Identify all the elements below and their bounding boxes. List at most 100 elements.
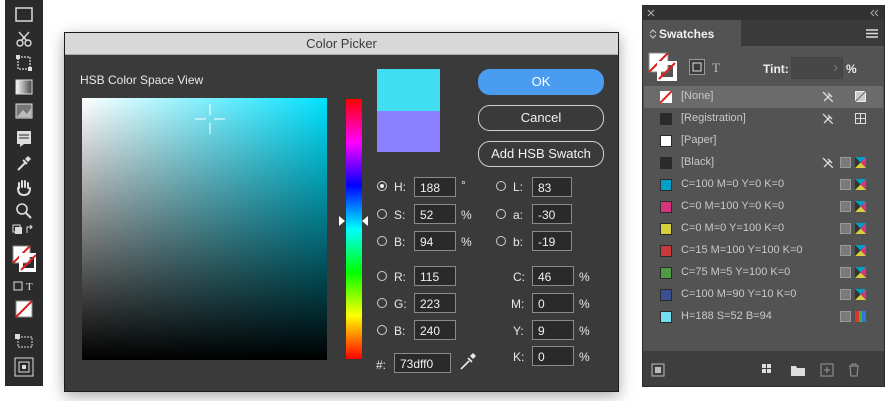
swatch-name: C=75 M=5 Y=100 K=0 — [681, 266, 791, 278]
hue-slider-handle-right[interactable] — [362, 216, 368, 226]
swatch-row[interactable]: C=100 M=90 Y=10 K=0 — [644, 284, 883, 306]
s-radio[interactable] — [377, 209, 387, 219]
r-input[interactable]: 115 — [414, 266, 456, 286]
b-unit: % — [461, 235, 472, 249]
previous-color-swatch[interactable] — [377, 111, 440, 152]
color-picker-dialog: Color Picker HSB Color Space View OK Can… — [64, 32, 619, 392]
rgb-b-input[interactable]: 240 — [414, 320, 456, 340]
g-label: G: — [394, 297, 407, 311]
swatch-row[interactable]: C=0 M=0 Y=100 K=0 — [644, 218, 883, 240]
cancel-button[interactable]: Cancel — [478, 105, 604, 131]
cmyk-icon — [855, 289, 866, 300]
h-input[interactable]: 188 — [414, 177, 456, 197]
cmyk-icon — [855, 201, 866, 212]
swatch-row[interactable]: C=75 M=5 Y=100 K=0 — [644, 262, 883, 284]
cmyk-icon — [855, 179, 866, 190]
process-color-icon — [840, 289, 851, 300]
b-input[interactable]: 94 — [414, 231, 456, 251]
rectangle-tool-icon[interactable] — [12, 4, 36, 26]
c-label: C: — [513, 270, 525, 284]
swatch-chip — [660, 113, 672, 125]
free-transform-icon[interactable] — [12, 52, 36, 74]
gradient-feather-icon[interactable] — [12, 100, 36, 122]
swatch-row[interactable]: C=15 M=100 Y=100 K=0 — [644, 240, 883, 262]
show-swatch-kinds-icon[interactable] — [651, 363, 665, 377]
swatch-row[interactable]: [None] — [644, 86, 883, 108]
note-icon[interactable] — [12, 128, 36, 150]
swatch-views-icon[interactable] — [761, 363, 777, 377]
g-radio[interactable] — [377, 298, 387, 308]
no-edit-icon — [822, 157, 833, 168]
new-swatch-icon[interactable] — [820, 363, 834, 377]
tint-input[interactable] — [791, 57, 843, 79]
text-formatting-icon[interactable]: T — [711, 60, 723, 74]
screen-mode-icon[interactable] — [12, 330, 36, 352]
swatch-row[interactable]: C=0 M=100 Y=0 K=0 — [644, 196, 883, 218]
scissors-icon[interactable] — [12, 28, 36, 50]
zoom-icon[interactable] — [12, 200, 36, 222]
c-input[interactable]: 46 — [532, 266, 574, 286]
trash-icon[interactable] — [847, 363, 861, 377]
rgb-b-radio[interactable] — [377, 325, 387, 335]
add-hsb-swatch-button[interactable]: Add HSB Swatch — [478, 141, 604, 167]
b-radio[interactable] — [377, 236, 387, 246]
fill-stroke-icon[interactable] — [648, 52, 678, 82]
swatch-chip — [660, 157, 672, 169]
cmyk-icon — [855, 223, 866, 234]
s-input[interactable]: 52 — [414, 204, 456, 224]
crosshair-icon[interactable] — [195, 104, 225, 134]
a-radio[interactable] — [496, 209, 506, 219]
swatches-panel: Swatches T Tint: % [None] [Registration]… — [642, 5, 885, 387]
close-icon[interactable] — [647, 9, 655, 17]
formatting-container-icon[interactable]: T — [12, 279, 36, 293]
swatch-row[interactable]: [Paper] — [644, 130, 883, 152]
swap-colors-icon[interactable] — [12, 222, 36, 238]
swatch-name: C=100 M=90 Y=10 K=0 — [681, 288, 797, 300]
container-formatting-icon[interactable] — [689, 59, 705, 75]
g-input[interactable]: 223 — [414, 293, 456, 313]
menu-icon[interactable] — [866, 29, 878, 38]
lab-b-input[interactable]: -19 — [532, 231, 572, 251]
cmyk-icon — [855, 157, 866, 168]
hand-icon[interactable] — [12, 176, 36, 198]
l-radio[interactable] — [496, 181, 506, 191]
gradient-swatch-icon[interactable] — [12, 76, 36, 98]
swatch-name: [None] — [681, 90, 714, 102]
apply-none-icon[interactable] — [12, 298, 36, 320]
swatch-row[interactable]: [Black] — [644, 152, 883, 174]
fill-stroke-icon[interactable] — [12, 244, 36, 274]
swatch-row[interactable]: C=100 M=0 Y=0 K=0 — [644, 174, 883, 196]
hue-slider[interactable] — [346, 99, 362, 359]
collapse-icon[interactable] — [869, 9, 879, 17]
expand-arrows-icon[interactable] — [649, 28, 657, 40]
no-edit-icon — [822, 91, 833, 102]
y-input[interactable]: 9 — [532, 320, 574, 340]
r-label: R: — [394, 270, 406, 284]
h-unit: ° — [461, 178, 466, 192]
l-label: L: — [513, 180, 524, 194]
k-unit: % — [579, 350, 590, 364]
color-field[interactable] — [82, 98, 327, 360]
eyedropper-tool-icon[interactable] — [12, 152, 36, 174]
m-input[interactable]: 0 — [532, 293, 574, 313]
swatch-chip — [660, 91, 672, 103]
chevron-right-icon[interactable] — [833, 64, 838, 72]
k-input[interactable]: 0 — [532, 346, 574, 366]
h-radio[interactable] — [377, 181, 387, 191]
lab-b-radio[interactable] — [496, 236, 506, 246]
panel-top-bar — [643, 6, 884, 20]
l-input[interactable]: 83 — [532, 177, 572, 197]
no-edit-icon — [822, 113, 833, 124]
swatch-name: [Registration] — [681, 112, 746, 124]
eyedropper-icon[interactable] — [458, 351, 478, 371]
swatch-row[interactable]: H=188 S=52 B=94 — [644, 306, 883, 328]
tint-label: Tint: — [763, 62, 789, 76]
swatch-row[interactable]: [Registration] — [644, 108, 883, 130]
a-input[interactable]: -30 — [532, 204, 572, 224]
r-radio[interactable] — [377, 271, 387, 281]
view-mode-icon[interactable] — [12, 356, 36, 378]
folder-icon[interactable] — [790, 363, 806, 377]
hex-input[interactable]: 73dff0 — [394, 353, 451, 373]
hue-slider-handle-left[interactable] — [339, 216, 345, 226]
ok-button[interactable]: OK — [478, 69, 604, 95]
